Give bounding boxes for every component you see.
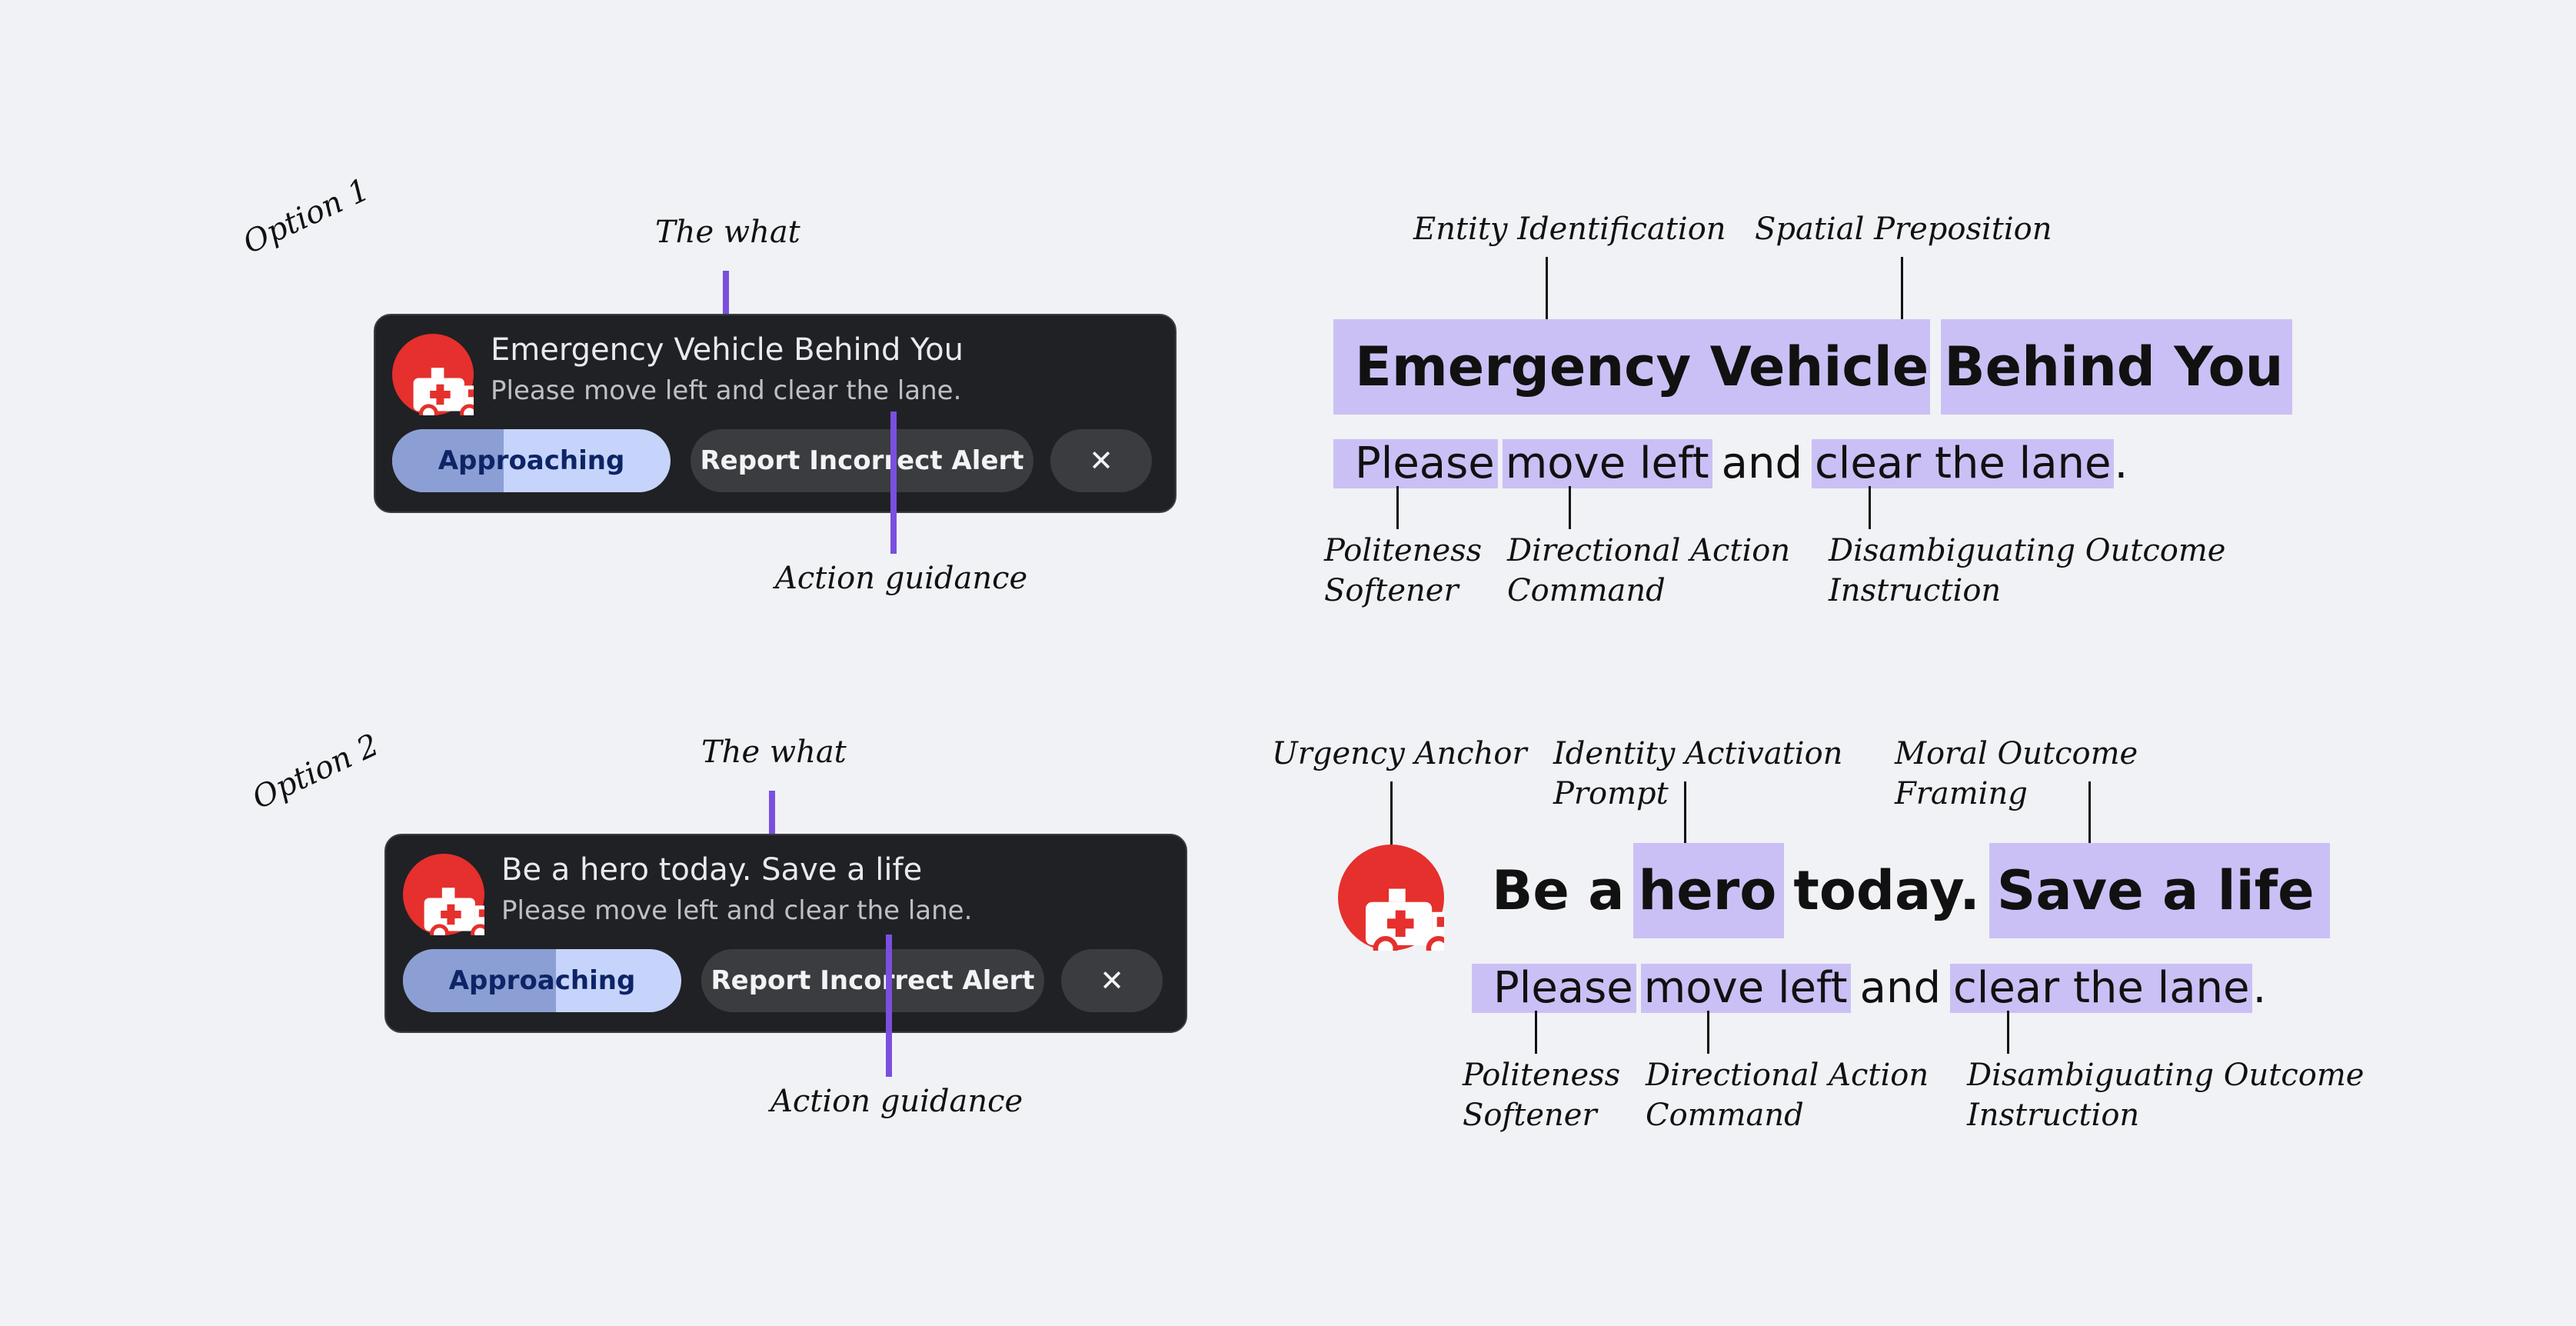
highlight-please: Please: [1333, 439, 1498, 488]
directional-action-command-label: Directional Action Command: [1507, 533, 1791, 608]
breakdown-action-line: Please move left and clear the lane.: [1333, 439, 2128, 488]
notification-subtitle: Please move left and clear the lane.: [501, 895, 973, 926]
identity-activation-prompt-label: Identity Activation Prompt: [1553, 736, 1843, 811]
moral-outcome-framing-label: Moral Outcome Framing: [1895, 736, 2138, 811]
approaching-label: Approaching: [448, 965, 636, 996]
directional-connector: [1569, 486, 1571, 529]
entity-identification-label: Entity Identification: [1413, 212, 1726, 247]
highlight-move-left: move left: [1640, 964, 1851, 1013]
notification-card: Be a hero today. Save a life Please move…: [384, 834, 1187, 1033]
breakdown-title-line: Emergency Vehicle Behind You: [1333, 319, 2293, 415]
highlight-hero: hero: [1633, 843, 1785, 938]
notification-title: Emergency Vehicle Behind You: [491, 332, 964, 368]
option-2-label: Option 2: [247, 727, 384, 817]
word-and: and: [1721, 438, 1802, 488]
word-be-a: Be a: [1492, 859, 1625, 922]
directional-connector: [1707, 1011, 1709, 1054]
highlight-emergency-vehicle: Emergency Vehicle: [1333, 319, 1931, 415]
disambiguating-connector: [2007, 1011, 2009, 1054]
word-today: today.: [1793, 859, 1980, 922]
the-what-annotation: The what: [701, 735, 847, 770]
politeness-connector: [1535, 1011, 1537, 1054]
close-button[interactable]: ✕: [1061, 949, 1163, 1012]
urgency-anchor-label: Urgency Anchor: [1272, 736, 1527, 771]
action-guidance-marker: [890, 411, 897, 554]
highlight-clear-the-lane: clear the lane: [1950, 964, 2253, 1013]
notification-card: Emergency Vehicle Behind You Please move…: [374, 314, 1177, 513]
notification-title: Be a hero today. Save a life: [501, 852, 923, 888]
option-1-label: Option 1: [238, 172, 375, 262]
ambulance-icon: [392, 334, 474, 415]
approaching-button[interactable]: Approaching: [392, 429, 671, 492]
disambiguating-outcome-instruction-label: Disambiguating Outcome Instruction: [1829, 533, 2226, 608]
action-guidance-annotation: Action guidance: [770, 1084, 1023, 1119]
politeness-connector: [1396, 486, 1399, 529]
word-and: and: [1859, 963, 1941, 1013]
action-guidance-annotation: Action guidance: [775, 561, 1028, 596]
report-incorrect-alert-button[interactable]: Report Incorrect Alert: [701, 949, 1044, 1012]
spatial-preposition-label: Spatial Preposition: [1755, 212, 2052, 247]
politeness-softener-label: Politeness Softener: [1324, 533, 1483, 608]
approaching-label: Approaching: [438, 445, 625, 476]
ambulance-icon: [1338, 845, 1444, 951]
directional-action-command-label: Directional Action Command: [1646, 1058, 1929, 1133]
disambiguating-connector: [1869, 486, 1871, 529]
breakdown-title-line: Be a hero today. Save a life: [1492, 843, 2330, 938]
highlight-behind-you: Behind You: [1941, 319, 2293, 415]
highlight-save-a-life: Save a life: [1989, 843, 2330, 938]
ambulance-icon: [403, 854, 484, 935]
breakdown-action-line: Please move left and clear the lane.: [1472, 964, 2266, 1013]
period: .: [2252, 963, 2267, 1013]
politeness-softener-label: Politeness Softener: [1463, 1058, 1621, 1133]
action-guidance-marker: [886, 935, 892, 1077]
highlight-clear-the-lane: clear the lane: [1812, 439, 2115, 488]
the-what-annotation: The what: [655, 215, 800, 250]
report-incorrect-alert-button[interactable]: Report Incorrect Alert: [691, 429, 1033, 492]
notification-subtitle: Please move left and clear the lane.: [491, 375, 962, 406]
highlight-move-left: move left: [1502, 439, 1712, 488]
disambiguating-outcome-instruction-label: Disambiguating Outcome Instruction: [1967, 1058, 2365, 1133]
highlight-please: Please: [1472, 964, 1636, 1013]
period: .: [2114, 438, 2128, 488]
close-button[interactable]: ✕: [1050, 429, 1152, 492]
approaching-button[interactable]: Approaching: [403, 949, 681, 1012]
